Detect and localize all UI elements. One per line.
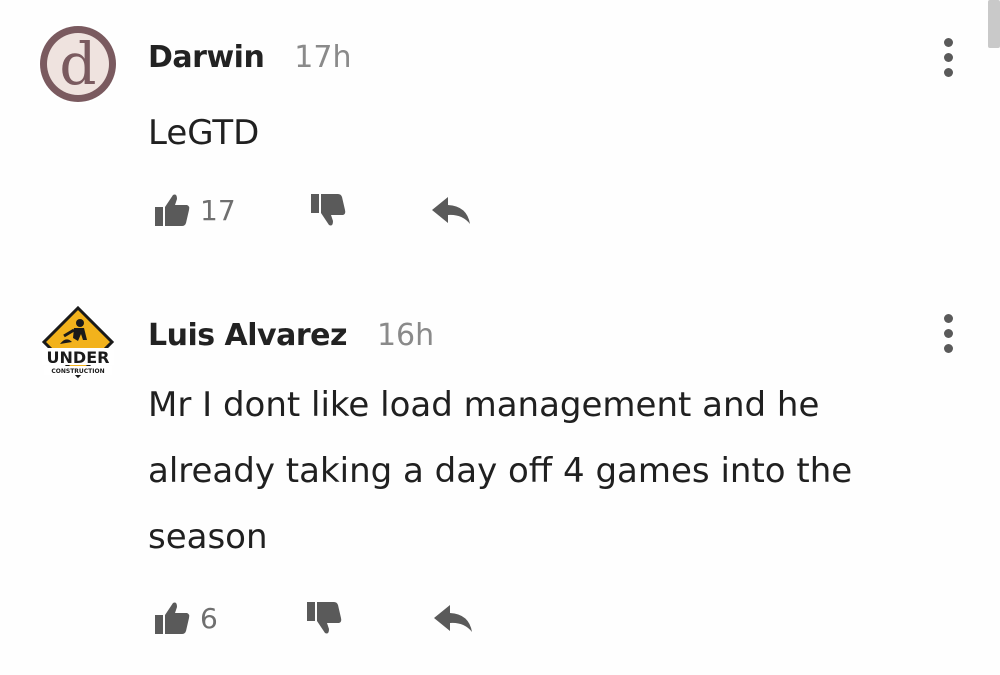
comments-page: d Darwin 17h LeGTD 17 UNDER CONSTRUCTION…	[0, 0, 1000, 675]
dislike-button[interactable]	[304, 598, 344, 638]
like-button[interactable]: 17	[152, 190, 236, 230]
thumbs-up-icon	[155, 194, 190, 226]
reply-arrow-icon	[433, 605, 472, 632]
comment-actions: 17	[152, 188, 474, 232]
thumbs-up-icon	[155, 602, 190, 634]
reply-arrow-icon	[431, 197, 470, 224]
comment-text: Mr I dont like load management and he al…	[148, 385, 853, 557]
timestamp: 17h	[294, 40, 352, 75]
reply-button[interactable]	[430, 190, 474, 230]
comment-header: Darwin 17h	[148, 40, 351, 75]
avatar[interactable]: UNDER CONSTRUCTION	[40, 305, 116, 382]
timestamp: 16h	[376, 318, 435, 353]
avatar-text-top: UNDER	[47, 348, 110, 367]
username[interactable]: Luis Alvarez	[148, 318, 347, 353]
dislike-button[interactable]	[308, 190, 348, 230]
like-button[interactable]: 6	[152, 598, 218, 638]
thumbs-down-icon	[306, 602, 342, 634]
reply-button[interactable]	[432, 598, 476, 638]
comment-item: d Darwin 17h LeGTD 17	[0, 0, 1000, 270]
comment-actions: 6	[152, 596, 476, 640]
avatar-text-bottom: CONSTRUCTION	[51, 368, 104, 375]
avatar-letter: d	[59, 30, 96, 98]
more-vertical-icon[interactable]	[938, 38, 958, 77]
avatar-under-construction-image: UNDER CONSTRUCTION	[41, 305, 115, 379]
username[interactable]: Darwin	[148, 40, 265, 75]
avatar-d-image: d	[38, 24, 118, 104]
like-count: 6	[200, 601, 218, 635]
like-count: 17	[200, 193, 236, 227]
more-vertical-icon[interactable]	[938, 314, 958, 353]
comment-header: Luis Alvarez 16h	[148, 318, 434, 353]
thumbs-down-icon	[310, 194, 345, 226]
comment-item: UNDER CONSTRUCTION Luis Alvarez 16h Mr I…	[0, 270, 1000, 675]
avatar[interactable]: d	[38, 24, 118, 104]
comment-text: LeGTD	[148, 113, 260, 153]
